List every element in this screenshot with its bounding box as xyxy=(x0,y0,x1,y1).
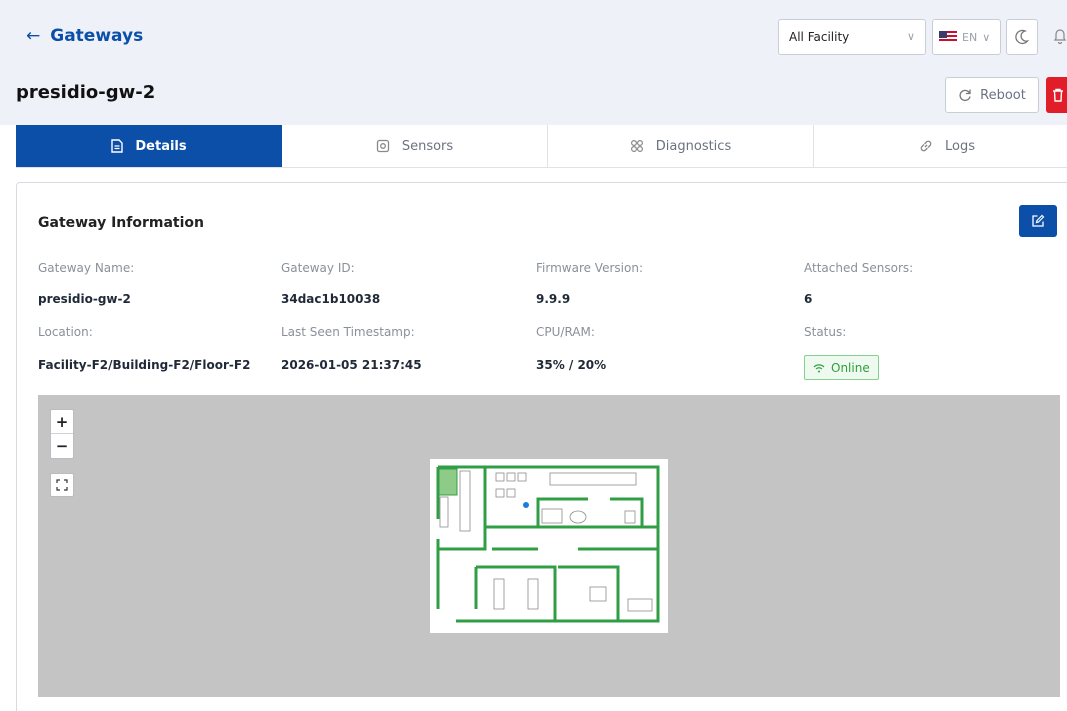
tab-sensors-label: Sensors xyxy=(401,138,454,154)
reboot-button-label: Reboot xyxy=(980,87,1026,103)
gateway-name-label: Gateway Name: xyxy=(38,261,135,275)
gateway-info-card: Gateway Information Gateway Name: presid… xyxy=(16,182,1067,711)
tab-diagnostics-label: Diagnostics xyxy=(655,138,732,154)
wifi-icon xyxy=(813,363,825,372)
tab-details[interactable]: Details xyxy=(16,125,282,167)
gateway-id-value: 34dac1b10038 xyxy=(281,292,381,306)
refresh-icon xyxy=(959,89,971,102)
theme-toggle-button[interactable] xyxy=(1006,19,1038,55)
facility-select[interactable]: All Facility ∨ xyxy=(778,19,926,55)
fullscreen-icon xyxy=(56,479,68,491)
status-badge: Online xyxy=(804,355,879,380)
gateway-name-value: presidio-gw-2 xyxy=(38,292,131,306)
firmware-version-label: Firmware Version: xyxy=(536,261,643,275)
notifications-button[interactable] xyxy=(1050,24,1067,48)
cpu-ram-value: 35% / 20% xyxy=(536,358,607,372)
zoom-control: + − xyxy=(50,409,74,459)
us-flag-icon xyxy=(939,31,957,43)
delete-button[interactable] xyxy=(1046,77,1067,113)
page-header: ← Gateways All Facility ∨ EN ∨ presidio-… xyxy=(0,0,1067,125)
attached-sensors-label: Attached Sensors: xyxy=(804,261,914,275)
tab-details-label: Details xyxy=(135,138,187,154)
language-select[interactable]: EN ∨ xyxy=(932,19,1001,55)
language-select-value: EN xyxy=(962,30,978,44)
moon-icon xyxy=(1015,29,1029,45)
gateway-id-label: Gateway ID: xyxy=(281,261,355,275)
attached-sensors-value: 6 xyxy=(804,292,813,306)
bell-icon xyxy=(1053,29,1067,45)
location-value: Facility-F2/Building-F2/Floor-F2 xyxy=(38,358,251,372)
tab-diagnostics[interactable]: Diagnostics xyxy=(548,125,814,167)
page-title: presidio-gw-2 xyxy=(16,82,156,103)
link-icon xyxy=(920,140,932,152)
document-icon xyxy=(111,139,124,153)
edit-button[interactable] xyxy=(1019,205,1057,237)
tab-sensors[interactable]: Sensors xyxy=(282,125,548,167)
floor-plan-image xyxy=(430,459,668,633)
last-seen-value: 2026-01-05 21:37:45 xyxy=(281,358,422,372)
zoom-out-button[interactable]: − xyxy=(51,434,73,458)
chevron-down-icon: ∨ xyxy=(982,30,991,44)
cpu-ram-label: CPU/RAM: xyxy=(536,325,595,339)
card-title: Gateway Information xyxy=(38,215,204,231)
back-link-label: Gateways xyxy=(50,26,144,46)
zoom-in-button[interactable]: + xyxy=(51,410,73,434)
last-seen-label: Last Seen Timestamp: xyxy=(281,325,415,339)
chevron-down-icon: ∨ xyxy=(906,30,915,43)
reboot-button[interactable]: Reboot xyxy=(945,77,1039,113)
back-arrow-icon: ← xyxy=(26,26,41,46)
diagnostics-icon xyxy=(630,139,643,153)
facility-select-value: All Facility xyxy=(789,30,850,44)
back-to-gateways-link[interactable]: ← Gateways xyxy=(26,26,143,46)
tab-logs[interactable]: Logs xyxy=(814,125,1067,167)
trash-icon xyxy=(1053,88,1063,102)
sensor-icon xyxy=(376,139,389,153)
edit-icon xyxy=(1032,214,1045,227)
tab-logs-label: Logs xyxy=(945,138,975,154)
floor-map[interactable]: + − xyxy=(38,395,1060,697)
status-label: Status: xyxy=(804,325,847,339)
fullscreen-button[interactable] xyxy=(50,473,74,497)
firmware-version-value: 9.9.9 xyxy=(536,292,571,306)
tab-bar: Details Sensors Diagnostics Logs xyxy=(16,125,1067,168)
status-badge-label: Online xyxy=(831,360,870,375)
location-label: Location: xyxy=(38,325,93,339)
